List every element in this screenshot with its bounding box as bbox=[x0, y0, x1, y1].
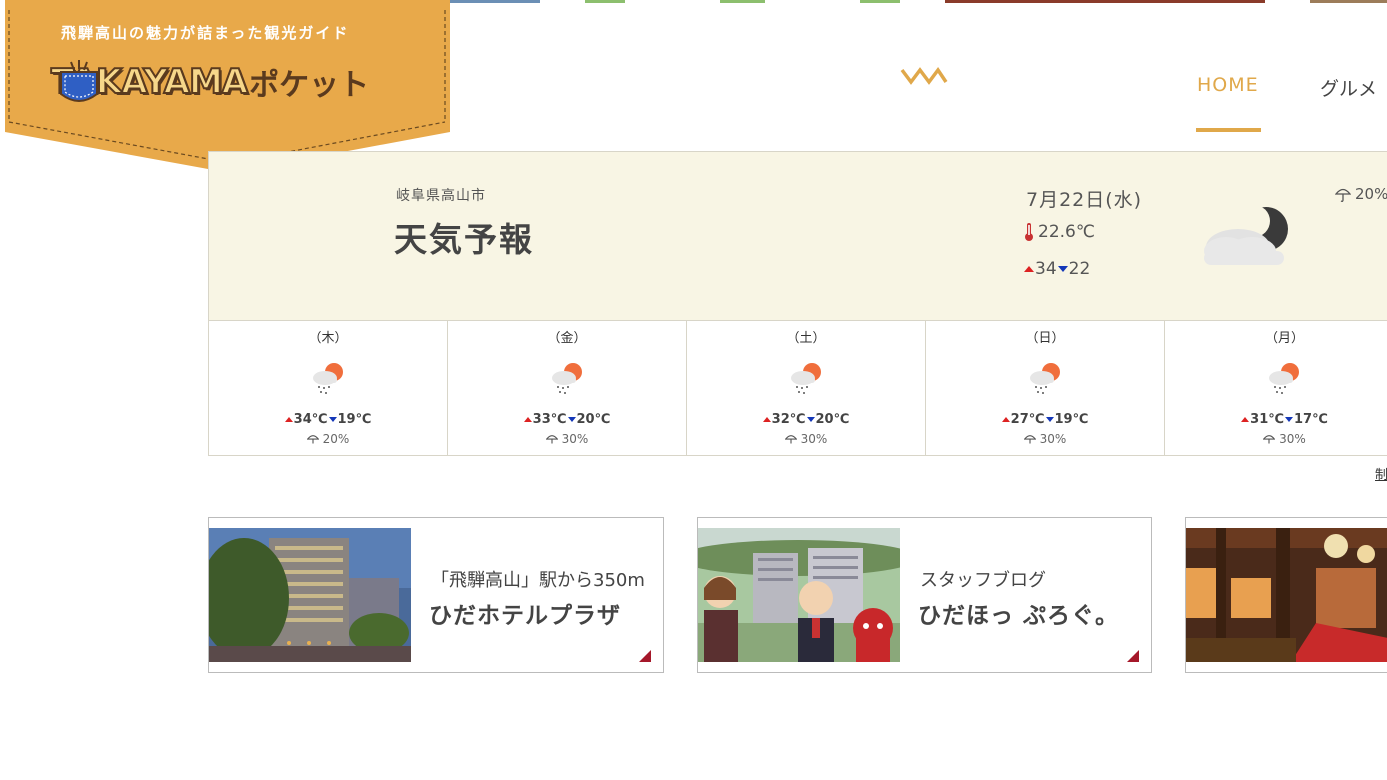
top-image-strip bbox=[450, 0, 540, 3]
nav-gourmet[interactable]: グルメ bbox=[1320, 74, 1377, 101]
top-image-strip bbox=[945, 0, 1265, 3]
weather-location: 岐阜県高山市 bbox=[396, 188, 486, 204]
banner-third[interactable] bbox=[1185, 517, 1387, 673]
mountain-logo-icon bbox=[900, 66, 948, 85]
banner-staff-blog[interactable]: スタッフブログ ひだほっ ぷろぐ。 bbox=[697, 517, 1152, 673]
weather-current-temp: 22.6℃ bbox=[1024, 222, 1095, 242]
hotel-photo bbox=[209, 528, 411, 662]
forecast-high: 27℃ bbox=[1010, 412, 1045, 427]
forecast-temps: 32℃ 20℃ bbox=[687, 412, 925, 427]
low-arrow-icon bbox=[567, 417, 576, 422]
old-town-photo bbox=[1186, 528, 1387, 662]
forecast-high: 32℃ bbox=[771, 412, 806, 427]
banner-subtitle: スタッフブログ bbox=[920, 570, 1046, 591]
forecast-low: 17℃ bbox=[1294, 412, 1328, 427]
forecast-rain: 30% bbox=[926, 432, 1164, 446]
umbrella-icon bbox=[545, 435, 558, 444]
cloud-moon-icon bbox=[1204, 205, 1288, 265]
site-logo-wordmark: TAKAYAMA ポケット bbox=[50, 60, 370, 104]
forecast-day-name: （土） bbox=[786, 331, 826, 346]
nav-home[interactable]: HOME bbox=[1197, 74, 1259, 96]
high-arrow-icon bbox=[1024, 266, 1034, 272]
staff-blog-photo bbox=[698, 528, 900, 662]
forecast-day-name: （月） bbox=[1264, 331, 1304, 346]
forecast-day: （土） 32℃ 20℃ 30% bbox=[687, 321, 926, 455]
site-tagline: 飛騨高山の魅力が詰まった観光ガイド bbox=[61, 24, 350, 42]
low-arrow-icon bbox=[328, 417, 337, 422]
high-arrow-icon bbox=[284, 417, 293, 422]
forecast-rain-value: 30% bbox=[1039, 432, 1067, 446]
weather-date: 7月22日(水) bbox=[1026, 189, 1143, 211]
current-temp-value: 22.6℃ bbox=[1038, 222, 1095, 242]
low-arrow-icon bbox=[1045, 417, 1054, 422]
corner-arrow-icon bbox=[639, 650, 651, 662]
rain-sun-icon bbox=[791, 363, 821, 394]
corner-arrow-icon bbox=[1127, 650, 1139, 662]
forecast-low: 19℃ bbox=[1054, 412, 1089, 427]
rain-value: 20% bbox=[1355, 185, 1387, 203]
forecast-high: 33℃ bbox=[532, 412, 567, 427]
forecast-rain-value: 20% bbox=[322, 432, 350, 446]
umbrella-icon bbox=[1335, 188, 1351, 202]
banner-title: ひだホテルプラザ bbox=[429, 603, 621, 629]
forecast-day: （月） 31℃ 17℃ 30% bbox=[1165, 321, 1387, 455]
rain-sun-icon bbox=[313, 363, 343, 394]
forecast-day: （日） 27℃ 19℃ 30% bbox=[926, 321, 1165, 455]
forecast-day-name: （木） bbox=[308, 331, 348, 346]
high-arrow-icon bbox=[762, 417, 771, 422]
low-arrow-icon bbox=[1057, 266, 1068, 272]
top-image-strip bbox=[1310, 0, 1387, 3]
forecast-high: 34℃ bbox=[293, 412, 328, 427]
forecast-rain-value: 30% bbox=[561, 432, 589, 446]
weather-forecast-row: （木） 34℃ 19℃ 20% （金） 33℃ 20℃ 30% （土） 32℃ … bbox=[208, 321, 1387, 456]
umbrella-icon bbox=[784, 435, 797, 444]
high-temp: 34 bbox=[1035, 259, 1057, 279]
umbrella-icon bbox=[306, 435, 319, 444]
forecast-rain-value: 30% bbox=[1279, 432, 1306, 446]
forecast-rain: 30% bbox=[1165, 432, 1387, 446]
rain-sun-icon bbox=[552, 363, 582, 394]
low-arrow-icon bbox=[806, 417, 815, 422]
weather-title: 天気予報 bbox=[394, 220, 534, 259]
high-arrow-icon bbox=[1241, 417, 1250, 422]
forecast-low: 19℃ bbox=[337, 412, 372, 427]
forecast-temps: 31℃ 17℃ bbox=[1165, 412, 1387, 427]
banner-subtitle: 「飛騨高山」駅から350m bbox=[431, 570, 645, 591]
forecast-day: （木） 34℃ 19℃ 20% bbox=[209, 321, 448, 455]
forecast-temps: 33℃ 20℃ bbox=[448, 412, 686, 427]
weather-high-low: 34 22 bbox=[1024, 259, 1090, 279]
forecast-day-name: （日） bbox=[1025, 331, 1065, 346]
weather-source-link[interactable]: 制 bbox=[1375, 464, 1387, 483]
high-arrow-icon bbox=[1001, 417, 1010, 422]
forecast-temps: 34℃ 19℃ bbox=[209, 412, 447, 427]
rain-sun-icon bbox=[1030, 363, 1060, 394]
nav-home-active-indicator bbox=[1196, 128, 1261, 132]
rain-sun-icon bbox=[1269, 363, 1299, 394]
banner-hotel-plaza[interactable]: 「飛騨高山」駅から350m ひだホテルプラザ bbox=[208, 517, 664, 673]
forecast-day: （金） 33℃ 20℃ 30% bbox=[448, 321, 687, 455]
top-image-strip bbox=[585, 0, 625, 3]
top-image-strip bbox=[860, 0, 900, 3]
thermometer-icon bbox=[1025, 223, 1033, 241]
forecast-rain-value: 30% bbox=[800, 432, 828, 446]
forecast-low: 20℃ bbox=[815, 412, 850, 427]
forecast-low: 20℃ bbox=[576, 412, 611, 427]
banner-title: ひだほっ ぷろぐ。 bbox=[918, 603, 1120, 629]
umbrella-icon bbox=[1023, 435, 1036, 444]
site-logo[interactable]: 飛騨高山の魅力が詰まった観光ガイド TAKAYAMA ポケット bbox=[5, 0, 450, 175]
high-arrow-icon bbox=[523, 417, 532, 422]
weather-rain-chance: 20% bbox=[1335, 185, 1387, 203]
forecast-temps: 27℃ 19℃ bbox=[926, 412, 1164, 427]
low-temp: 22 bbox=[1068, 259, 1091, 279]
logo-kana: ポケット bbox=[249, 68, 370, 103]
forecast-day-name: （金） bbox=[547, 331, 587, 346]
top-image-strip bbox=[720, 0, 765, 3]
forecast-rain: 20% bbox=[209, 432, 447, 446]
pocket-icon bbox=[60, 60, 98, 102]
umbrella-icon bbox=[1263, 435, 1276, 444]
forecast-high: 31℃ bbox=[1250, 412, 1284, 427]
forecast-rain: 30% bbox=[687, 432, 925, 446]
forecast-rain: 30% bbox=[448, 432, 686, 446]
low-arrow-icon bbox=[1285, 417, 1293, 422]
